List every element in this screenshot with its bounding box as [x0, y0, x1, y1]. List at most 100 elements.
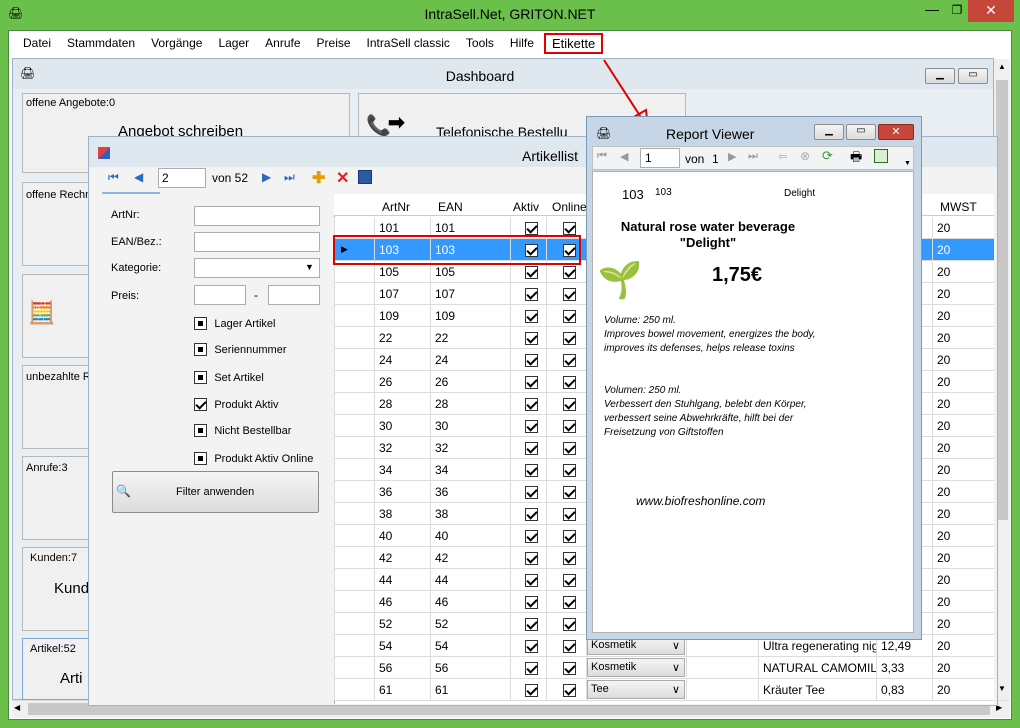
report-last-page-icon[interactable]: ⏭ — [748, 150, 758, 163]
checkbox-checked-icon[interactable] — [563, 640, 576, 654]
cell-mwst[interactable]: 20 — [932, 349, 994, 371]
cell-ean[interactable]: 56 — [430, 657, 510, 679]
cell-artnr[interactable]: 54 — [374, 635, 430, 657]
cell-aktiv[interactable] — [510, 481, 546, 503]
prev-record-icon[interactable]: ◀ — [134, 170, 143, 184]
row-header-cell[interactable] — [334, 569, 374, 591]
cell-ean[interactable]: 61 — [430, 679, 510, 701]
checkbox-checked-icon[interactable] — [525, 354, 538, 368]
row-header-cell[interactable] — [334, 635, 374, 657]
cell-artnr[interactable]: 36 — [374, 481, 430, 503]
cell-mwst[interactable]: 20 — [932, 613, 994, 635]
cell-online[interactable] — [546, 657, 586, 679]
checkbox-checked-icon[interactable] — [563, 288, 576, 302]
main-minimize-button[interactable]: — — [918, 0, 946, 22]
checkbox-checked-icon[interactable] — [525, 398, 538, 412]
cell-ean[interactable]: 52 — [430, 613, 510, 635]
checkbox-checked-icon[interactable] — [525, 222, 538, 236]
checkbox-checked-icon[interactable] — [563, 508, 576, 522]
cell-artnr[interactable]: 52 — [374, 613, 430, 635]
row-header-cell[interactable] — [334, 283, 374, 305]
cell-artnr[interactable]: 32 — [374, 437, 430, 459]
checkbox-checked-icon[interactable] — [525, 464, 538, 478]
checkbox-indeterminate-icon[interactable] — [194, 371, 207, 385]
cell-ean[interactable]: 28 — [430, 393, 510, 415]
cell-mwst[interactable]: 20 — [932, 261, 994, 283]
main-maximize-button[interactable]: ❐ — [946, 0, 968, 22]
checkbox-checked-icon[interactable] — [563, 310, 576, 324]
cell-empty[interactable] — [686, 657, 758, 679]
chevron-down-icon[interactable]: ∨ — [672, 683, 680, 696]
checkbox-checked-icon[interactable] — [525, 442, 538, 456]
last-record-icon[interactable]: ⏭ — [284, 170, 295, 185]
checkbox-checked-icon[interactable] — [563, 442, 576, 456]
cell-online[interactable] — [546, 569, 586, 591]
checkbox-checked-icon[interactable] — [563, 486, 576, 500]
row-header-cell[interactable] — [334, 679, 374, 701]
cell-online[interactable] — [546, 415, 586, 437]
chevron-down-icon[interactable]: ▼ — [305, 262, 314, 272]
row-header-cell[interactable] — [334, 481, 374, 503]
scroll-up-icon[interactable]: ▲ — [994, 62, 1010, 76]
grid-header-mwst[interactable]: MWST — [940, 200, 977, 214]
cell-artnr[interactable]: 28 — [374, 393, 430, 415]
row-header-cell[interactable] — [334, 349, 374, 371]
cell-kategorie[interactable]: Tee ∨ — [586, 679, 686, 701]
checkbox-checked-icon[interactable] — [525, 662, 538, 676]
cell-ean[interactable]: 32 — [430, 437, 510, 459]
checkbox-checked-icon[interactable] — [525, 486, 538, 500]
cell-aktiv[interactable] — [510, 437, 546, 459]
cell-artnr[interactable]: 24 — [374, 349, 430, 371]
checkbox-checked-icon[interactable] — [525, 508, 538, 522]
menu-tools[interactable]: Tools — [458, 36, 502, 50]
row-header-cell[interactable] — [334, 393, 374, 415]
report-back-icon[interactable]: ⇦ — [778, 150, 787, 163]
cell-aktiv[interactable] — [510, 305, 546, 327]
checkbox-checked-icon[interactable] — [563, 684, 576, 698]
cell-mwst[interactable]: 20 — [932, 525, 994, 547]
report-layout-icon[interactable] — [874, 149, 888, 163]
cell-ean[interactable]: 46 — [430, 591, 510, 613]
scroll-left-icon[interactable]: ◀ — [14, 703, 20, 712]
report-page-input[interactable] — [640, 148, 680, 168]
row-header-cell[interactable] — [334, 305, 374, 327]
cell-artnr[interactable]: 40 — [374, 525, 430, 547]
report-prev-page-icon[interactable]: ◀ — [620, 150, 628, 163]
cell-artnr[interactable]: 30 — [374, 415, 430, 437]
checkbox-checked-icon[interactable] — [525, 596, 538, 610]
table-row[interactable]: 56 56 Kosmetik ∨ NATURAL CAMOMIL... 3,33 20 — [334, 657, 994, 679]
cell-mwst[interactable]: 20 — [932, 415, 994, 437]
cell-online[interactable] — [546, 481, 586, 503]
report-stop-icon[interactable]: ⊗ — [800, 149, 810, 163]
cell-aktiv[interactable] — [510, 525, 546, 547]
row-header-cell[interactable] — [334, 591, 374, 613]
cell-online[interactable] — [546, 349, 586, 371]
checkbox-checked-icon[interactable] — [563, 464, 576, 478]
cell-mwst[interactable]: 20 — [932, 569, 994, 591]
report-close-button[interactable]: ✕ — [878, 124, 914, 140]
cell-aktiv[interactable] — [510, 415, 546, 437]
checkbox-checked-icon[interactable] — [563, 618, 576, 632]
checkbox-checked-icon[interactable] — [563, 530, 576, 544]
cell-aktiv[interactable] — [510, 393, 546, 415]
chevron-down-icon[interactable]: ∨ — [672, 661, 680, 674]
cell-mwst[interactable]: 20 — [932, 283, 994, 305]
cell-aktiv[interactable] — [510, 503, 546, 525]
checkbox-checked-icon[interactable] — [525, 376, 538, 390]
cell-ean[interactable]: 42 — [430, 547, 510, 569]
cell-online[interactable] — [546, 547, 586, 569]
filter-ean-input[interactable] — [194, 232, 320, 252]
cell-mwst[interactable]: 20 — [932, 371, 994, 393]
cell-online[interactable] — [546, 283, 586, 305]
checkbox-checked-icon[interactable] — [525, 310, 538, 324]
menu-hilfe[interactable]: Hilfe — [502, 36, 542, 50]
checkbox-checked-icon[interactable] — [525, 618, 538, 632]
cell-online[interactable] — [546, 635, 586, 657]
menu-etikette[interactable]: Etikette — [543, 32, 604, 54]
cell-artnr[interactable]: 42 — [374, 547, 430, 569]
cell-aktiv[interactable] — [510, 371, 546, 393]
filter-checkbox-set[interactable]: Set Artikel — [194, 370, 264, 385]
checkbox-checked-icon[interactable] — [563, 376, 576, 390]
checkbox-checked-icon[interactable] — [563, 552, 576, 566]
checkbox-checked-icon[interactable] — [563, 354, 576, 368]
